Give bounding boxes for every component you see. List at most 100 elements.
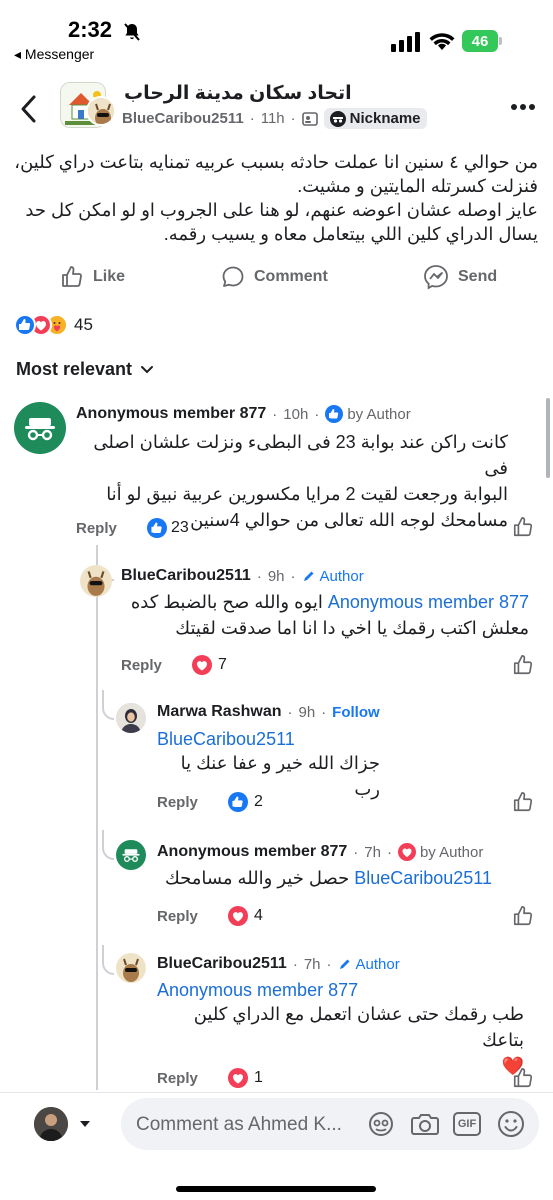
messenger-icon (424, 265, 448, 290)
mention-link[interactable]: BlueCaribou2511 (354, 868, 492, 888)
pencil-icon (339, 959, 350, 969)
reply-button[interactable]: Reply (76, 520, 117, 537)
reply-button[interactable]: Reply (157, 794, 198, 811)
current-user-avatar[interactable] (34, 1107, 68, 1141)
group-name[interactable]: اتحاد سكان مدينة الرحاب (124, 82, 352, 105)
comment-reactions[interactable]: 1 (228, 1068, 263, 1088)
meta-separator: · (290, 567, 296, 585)
like-reaction-icon (14, 314, 36, 336)
reaction-count: 7 (218, 656, 227, 673)
meta-separator: · (290, 110, 296, 127)
comment-reactions[interactable]: 2 (228, 792, 263, 812)
commenter-name[interactable]: BlueCaribou2511 (121, 567, 251, 585)
meta-separator: · (287, 703, 293, 721)
like-comment-icon[interactable] (512, 516, 534, 538)
comment-reactions[interactable]: 7 (192, 655, 227, 675)
reply-button[interactable]: Reply (157, 1070, 198, 1087)
liked-by-author-badge: by Author (325, 405, 411, 423)
commenter-avatar[interactable] (116, 703, 146, 733)
comment-line: Anonymous member 877 ايوه والله صح بالضب… (121, 589, 529, 615)
camera-icon[interactable] (410, 1110, 440, 1138)
reply-connector (102, 830, 114, 860)
like-button[interactable]: Like (60, 262, 125, 292)
back-arrow-icon[interactable] (18, 94, 40, 124)
reactions-summary[interactable]: 45 (14, 314, 93, 336)
emoji-icon[interactable] (496, 1109, 526, 1139)
author-avatar[interactable] (86, 96, 116, 126)
status-time: 2:32 (68, 17, 113, 42)
post-line: عايز اوصله عشان اعوضه عنهم، لو هنا على ا… (25, 200, 538, 220)
mention-link[interactable]: Anonymous member 877 (157, 980, 358, 1000)
commenter-name[interactable]: Anonymous member 877 (76, 405, 266, 423)
comment-header: Marwa Rashwan · 9h · Follow (157, 703, 380, 721)
comment-label: Comment (254, 268, 328, 285)
like-comment-icon[interactable] (512, 654, 534, 676)
reply-connector (102, 690, 114, 720)
comment-time: 9h (267, 567, 285, 585)
meta-separator: · (321, 703, 327, 721)
author-name[interactable]: BlueCaribou2511 (122, 110, 244, 127)
scrollbar-thumb[interactable] (546, 398, 550, 478)
caret-down-icon[interactable] (78, 1119, 92, 1129)
comment-mention-line: BlueCaribou2511 (157, 726, 527, 752)
caribou-avatar-icon (116, 953, 146, 983)
avatar-sticker-icon[interactable] (366, 1109, 396, 1139)
comment-time: 10h (283, 405, 309, 423)
reaction-count: 23 (171, 519, 189, 536)
meta-separator: · (256, 567, 262, 585)
commenter-name[interactable]: Anonymous member 877 (157, 843, 347, 861)
follow-button[interactable]: Follow (332, 704, 380, 721)
post-meta: BlueCaribou2511 · 11h · Nickname (122, 108, 427, 129)
comment-reactions[interactable]: 23 (147, 518, 189, 538)
like-comment-icon[interactable] (512, 1067, 534, 1089)
like-reaction-icon (325, 405, 344, 423)
back-to-messenger-link[interactable]: ◂ Messenger (14, 46, 94, 63)
comment-line: معلش اكتب رقمك يا اخي دا انا اما صدقت لق… (175, 618, 529, 638)
comment-body: طب رقمك حتى عشان اتعمل مع الدراي كلين بت… (157, 1001, 524, 1079)
more-options-icon[interactable] (510, 100, 536, 114)
chevron-down-icon (141, 365, 154, 373)
sort-dropdown[interactable]: Most relevant (16, 359, 154, 380)
comment-header: BlueCaribou2511 · 7h · Author (157, 955, 400, 973)
commenter-avatar[interactable] (80, 565, 112, 597)
comment-button[interactable]: Comment (221, 262, 328, 292)
post-time: 11h (260, 110, 285, 127)
love-reaction-icon (228, 906, 248, 926)
badge-label: Author (319, 567, 364, 585)
send-button[interactable]: Send (423, 262, 497, 292)
reaction-count: 1 (254, 1069, 263, 1086)
bell-muted-icon (124, 23, 140, 41)
commenter-avatar[interactable] (116, 953, 146, 983)
reply-button[interactable]: Reply (157, 908, 198, 925)
like-comment-icon[interactable] (512, 791, 534, 813)
nickname-label: Nickname (349, 110, 421, 127)
commenter-name[interactable]: BlueCaribou2511 (157, 955, 287, 973)
like-label: Like (93, 268, 126, 285)
caribou-avatar-icon (88, 98, 114, 124)
commenter-name[interactable]: Marwa Rashwan (157, 703, 281, 721)
person-avatar-icon (34, 1107, 68, 1141)
meta-separator: · (353, 843, 359, 861)
comment-line: البوابة ورجعت لقيت 2 مرايا مكسورين عربية… (106, 484, 508, 504)
battery-indicator: 46 (462, 30, 498, 52)
love-reaction-icon (397, 843, 416, 861)
nickname-chip[interactable]: Nickname (323, 108, 427, 129)
sort-label: Most relevant (16, 359, 133, 379)
person-avatar-icon (116, 703, 146, 733)
reply-button[interactable]: Reply (121, 657, 162, 674)
signal-icon (391, 32, 420, 52)
author-badge: Author (338, 956, 400, 973)
comment-reactions[interactable]: 4 (228, 906, 263, 926)
thread-line (96, 560, 98, 1090)
comment-input-placeholder: Comment as Ahmed K... (136, 1114, 342, 1135)
mention-link[interactable]: BlueCaribou2511 (157, 729, 295, 749)
commenter-avatar[interactable] (14, 402, 66, 454)
meta-separator: · (272, 405, 278, 423)
gif-icon[interactable]: GIF (453, 1112, 481, 1136)
mention-link[interactable]: Anonymous member 877 (328, 592, 529, 612)
post-line: فنزلت كسرتله المايتين و مشيت. (297, 176, 538, 196)
comment-line: BlueCaribou2511 حصل خير والله مسامحك (157, 865, 492, 891)
like-reaction-icon (147, 518, 167, 538)
like-comment-icon[interactable] (512, 905, 534, 927)
commenter-avatar[interactable] (116, 840, 146, 870)
